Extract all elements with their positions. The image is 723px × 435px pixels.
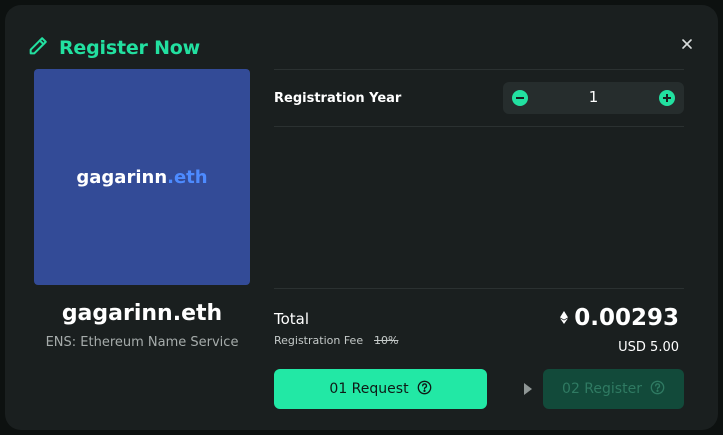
domain-preview-image: gagarinn .eth [34, 69, 250, 285]
eth-amount: 0.00293 [560, 305, 679, 331]
question-circle-icon [650, 380, 665, 399]
request-button[interactable]: 01 Request [274, 369, 487, 409]
registration-year-label: Registration Year [274, 91, 402, 106]
register-button-label: 02 Register [562, 381, 642, 397]
usd-amount: USD 5.00 [618, 340, 679, 355]
registration-fee-label: Registration Fee [274, 334, 364, 347]
divider [274, 69, 684, 70]
divider [274, 126, 684, 127]
preview-name: gagarinn [76, 166, 168, 188]
preview-tld: .eth [167, 166, 208, 188]
play-arrow-icon [524, 383, 532, 395]
registration-year-stepper [503, 82, 684, 114]
register-button[interactable]: 02 Register [543, 369, 684, 409]
modal-header: Register Now [27, 33, 200, 63]
divider [274, 288, 684, 289]
question-circle-icon [417, 380, 432, 399]
close-icon[interactable] [680, 36, 694, 50]
domain-service: ENS: Ethereum Name Service [45, 335, 239, 350]
plus-circle-icon[interactable] [659, 90, 675, 106]
minus-circle-icon[interactable] [512, 90, 528, 106]
request-button-label: 01 Request [329, 381, 409, 397]
pencil-icon [27, 35, 49, 61]
register-modal: Register Now gagarinn .eth gagarinn.eth E… [5, 5, 718, 430]
registration-year-input[interactable] [539, 88, 648, 106]
eth-amount-value: 0.00293 [574, 305, 679, 331]
domain-name: gagarinn.eth [61, 301, 223, 326]
modal-title: Register Now [59, 37, 200, 59]
ethereum-icon [560, 309, 569, 328]
total-label: Total [274, 310, 310, 328]
registration-fee-percent: 10% [374, 334, 399, 347]
